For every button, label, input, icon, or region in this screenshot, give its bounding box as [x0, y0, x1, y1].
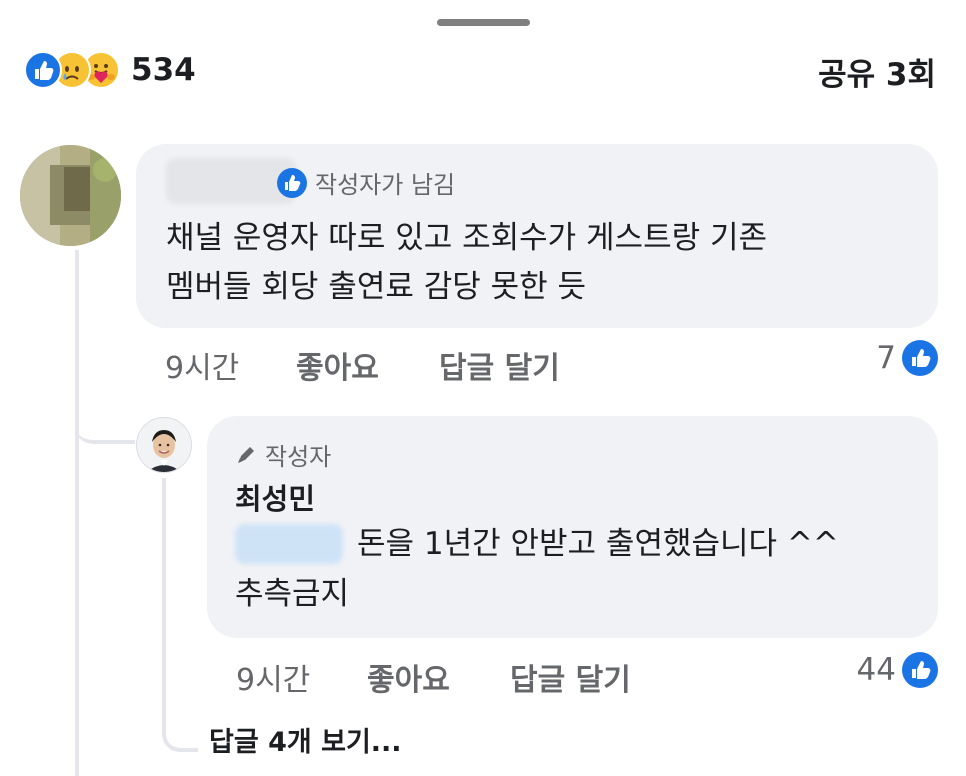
comment-like-count[interactable]: 44 — [857, 652, 938, 688]
pencil-icon — [235, 444, 257, 466]
like-icon — [24, 51, 62, 89]
author-badge-label: 작성자가 남김 — [315, 171, 456, 199]
comment-bubble: 작성자가 남김 채널 운영자 따로 있고 조회수가 게스트랑 기존 멤버들 회당… — [136, 144, 938, 328]
comment-like-count[interactable]: 7 — [876, 340, 938, 376]
like-icon — [902, 340, 938, 376]
comment-text-line: 채널 운영자 따로 있고 조회수가 게스트랑 기존 — [166, 220, 768, 256]
comment-text-line: 멤버들 회당 출연료 감당 못한 듯 — [166, 269, 587, 305]
comment-text-line: 추측금지 — [235, 576, 350, 612]
like-badge-icon — [277, 167, 307, 198]
comment-text-line: 돈을 1년간 안받고 출연했습니다 ^^ — [357, 526, 839, 562]
reaction-count: 534 — [131, 52, 196, 88]
reply-bubble: 작성자 최성민 돈을 1년간 안받고 출연했습니다 ^^ 추측금지 — [207, 416, 938, 638]
comment-sheet: 534 공유 3회 작성자가 남김 채널 운영자 따로 있고 조회수가 게스트랑 — [0, 0, 966, 776]
author-name[interactable]: 최성민 — [235, 476, 315, 518]
like-icon — [902, 652, 938, 688]
comment-time: 9시간 — [165, 351, 240, 386]
thread-connector-reply — [75, 400, 135, 444]
view-more-replies-link[interactable]: 답글 4개 보기... — [209, 720, 402, 759]
thread-connector-more — [162, 712, 198, 752]
author-badge-label: 작성자 — [265, 443, 332, 471]
share-count[interactable]: 공유 3회 — [818, 49, 936, 94]
avatar[interactable] — [136, 417, 192, 473]
reply-button[interactable]: 답글 달기 — [439, 343, 560, 387]
reaction-summary[interactable]: 534 — [24, 50, 196, 90]
comment-time: 9시간 — [236, 663, 311, 698]
author-badge: 작성자가 남김 — [277, 165, 455, 200]
like-button[interactable]: 좋아요 — [367, 655, 450, 699]
reply-button[interactable]: 답글 달기 — [510, 655, 631, 699]
thread-line-reply — [162, 478, 166, 718]
redacted-mention — [235, 524, 343, 564]
sheet-drag-handle[interactable] — [437, 19, 530, 26]
like-count-value: 7 — [876, 340, 896, 376]
like-button[interactable]: 좋아요 — [296, 343, 379, 387]
thread-line-main — [75, 250, 79, 776]
avatar[interactable] — [20, 145, 121, 246]
like-count-value: 44 — [856, 652, 896, 688]
author-badge: 작성자 — [235, 437, 331, 472]
